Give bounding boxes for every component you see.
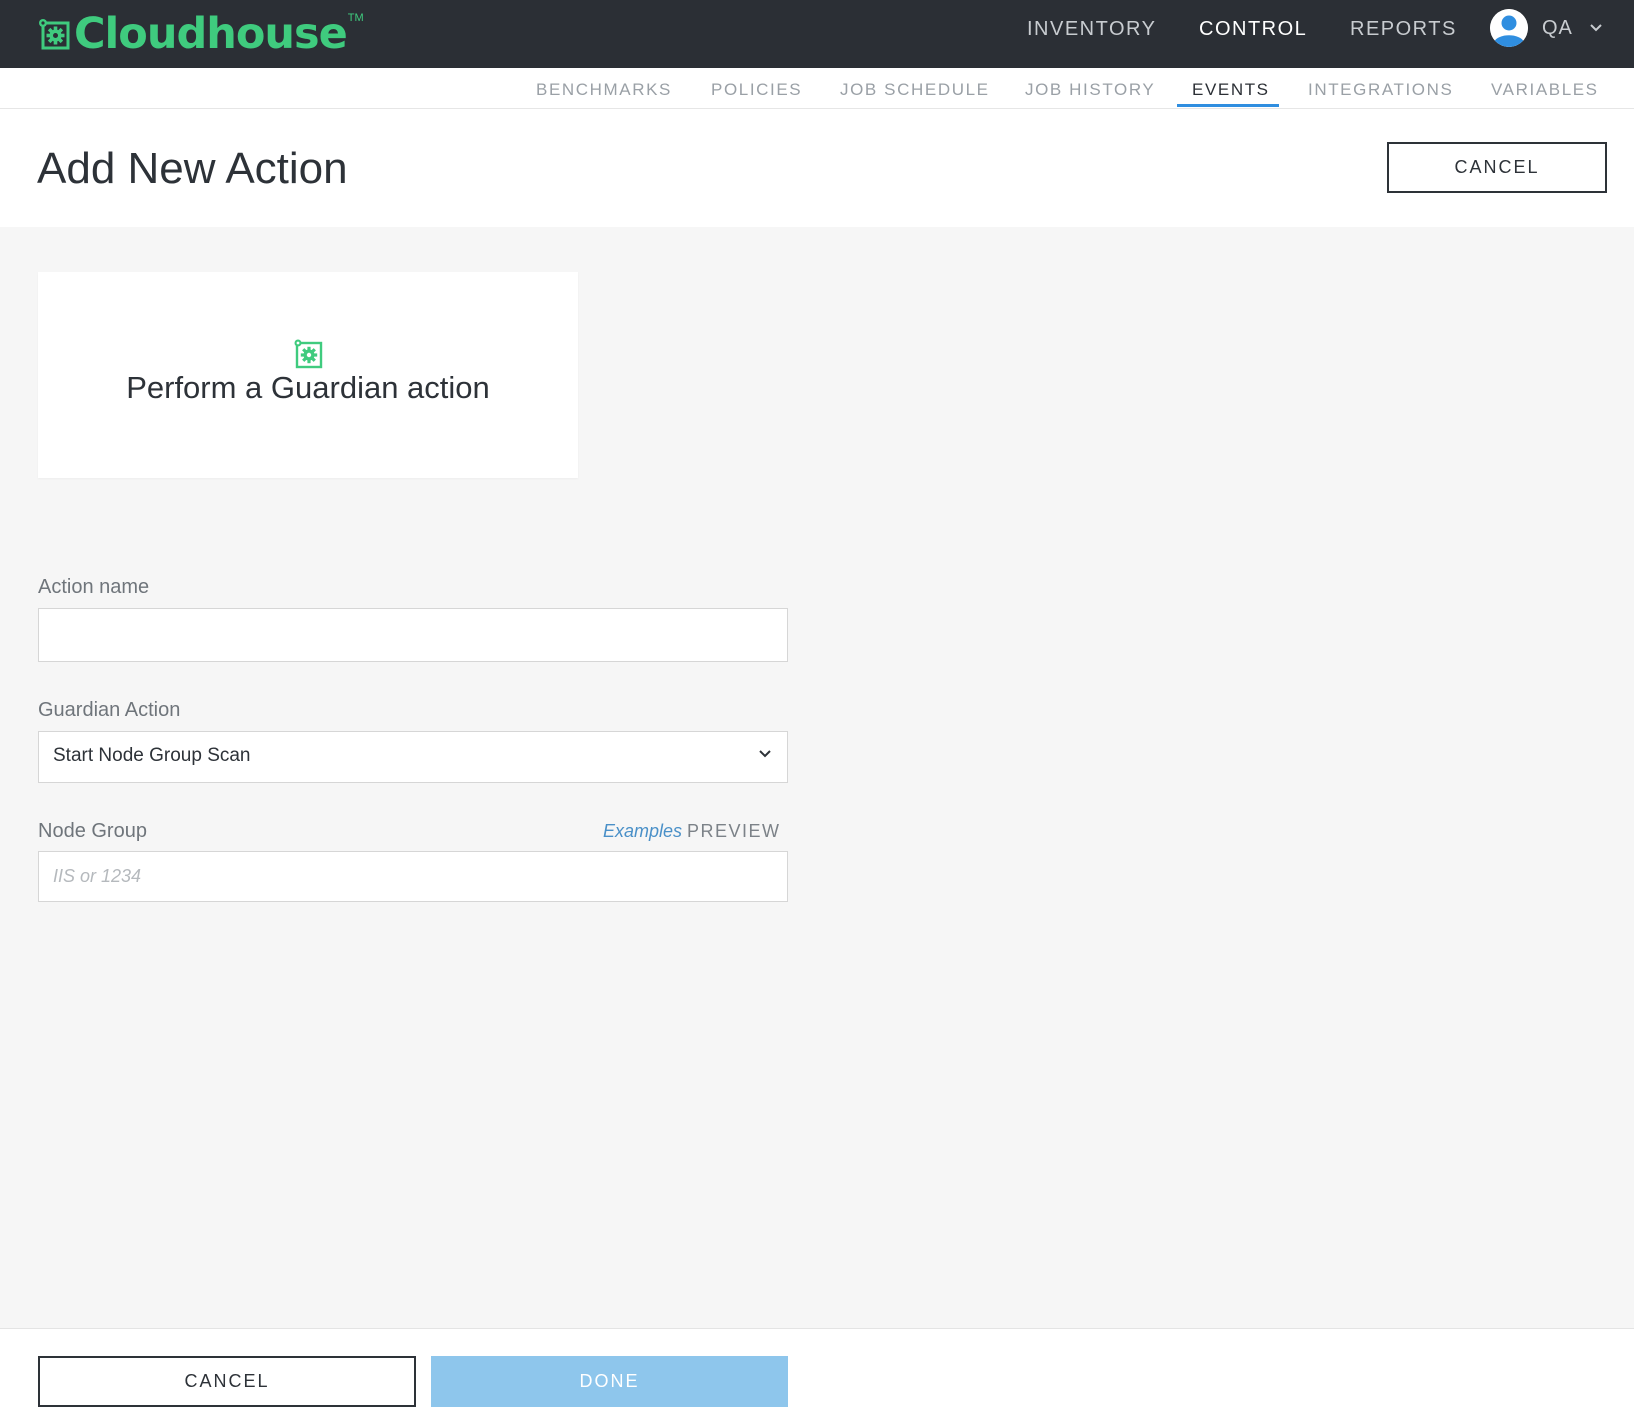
- subnav-item-benchmarks[interactable]: BENCHMARKS: [536, 80, 672, 100]
- examples-link[interactable]: Examples: [603, 821, 682, 842]
- guardian-action-card[interactable]: Perform a Guardian action: [38, 272, 578, 478]
- subnav-item-variables[interactable]: VARIABLES: [1491, 80, 1599, 100]
- guardian-action-select[interactable]: Start Node Group Scan: [38, 731, 788, 783]
- footer-cancel-button[interactable]: CANCEL: [38, 1356, 416, 1407]
- trademark: TM: [347, 12, 364, 24]
- action-name-input[interactable]: [38, 608, 788, 662]
- done-button[interactable]: DONE: [431, 1356, 788, 1407]
- top-navbar: Cloudhouse TM INVENTORY CONTROL REPORTS …: [0, 0, 1634, 68]
- subnav-item-job-schedule[interactable]: JOB SCHEDULE: [840, 80, 990, 100]
- brand-logo[interactable]: Cloudhouse TM: [37, 6, 364, 62]
- logo-gear-icon: [39, 19, 70, 50]
- chevron-down-icon: [1590, 24, 1602, 32]
- page-header: Add New Action CANCEL: [0, 109, 1634, 227]
- header-cancel-button[interactable]: CANCEL: [1387, 142, 1607, 193]
- node-group-input[interactable]: [38, 851, 788, 902]
- subnav-item-policies[interactable]: POLICIES: [711, 80, 802, 100]
- topnav-item-reports[interactable]: REPORTS: [1350, 18, 1457, 41]
- user-label: QA: [1542, 16, 1573, 39]
- guardian-action-selected-value: Start Node Group Scan: [53, 745, 251, 766]
- subnav-item-job-history[interactable]: JOB HISTORY: [1025, 80, 1155, 100]
- topnav-item-inventory[interactable]: INVENTORY: [1027, 18, 1156, 41]
- page-title: Add New Action: [37, 144, 348, 193]
- user-menu[interactable]: QA: [1490, 9, 1603, 47]
- active-tab-indicator: [1177, 104, 1279, 107]
- subnav-item-integrations[interactable]: INTEGRATIONS: [1308, 80, 1453, 100]
- brand-name: Cloudhouse: [74, 9, 348, 59]
- node-group-label: Node Group: [38, 820, 147, 842]
- gear-icon: [294, 339, 323, 369]
- topnav-item-control[interactable]: CONTROL: [1199, 18, 1307, 41]
- avatar: [1490, 9, 1528, 47]
- footer-bar: CANCEL DONE: [0, 1328, 1634, 1421]
- subnav-item-events[interactable]: EVENTS: [1192, 80, 1270, 100]
- user-avatar-icon: [1490, 9, 1528, 47]
- card-title: Perform a Guardian action: [126, 370, 490, 405]
- guardian-action-label: Guardian Action: [38, 699, 181, 721]
- action-name-label: Action name: [38, 576, 150, 598]
- sub-navbar: BENCHMARKS POLICIES JOB SCHEDULE JOB HIS…: [0, 68, 1634, 109]
- preview-link[interactable]: PREVIEW: [687, 821, 781, 842]
- chevron-down-icon: [759, 750, 771, 758]
